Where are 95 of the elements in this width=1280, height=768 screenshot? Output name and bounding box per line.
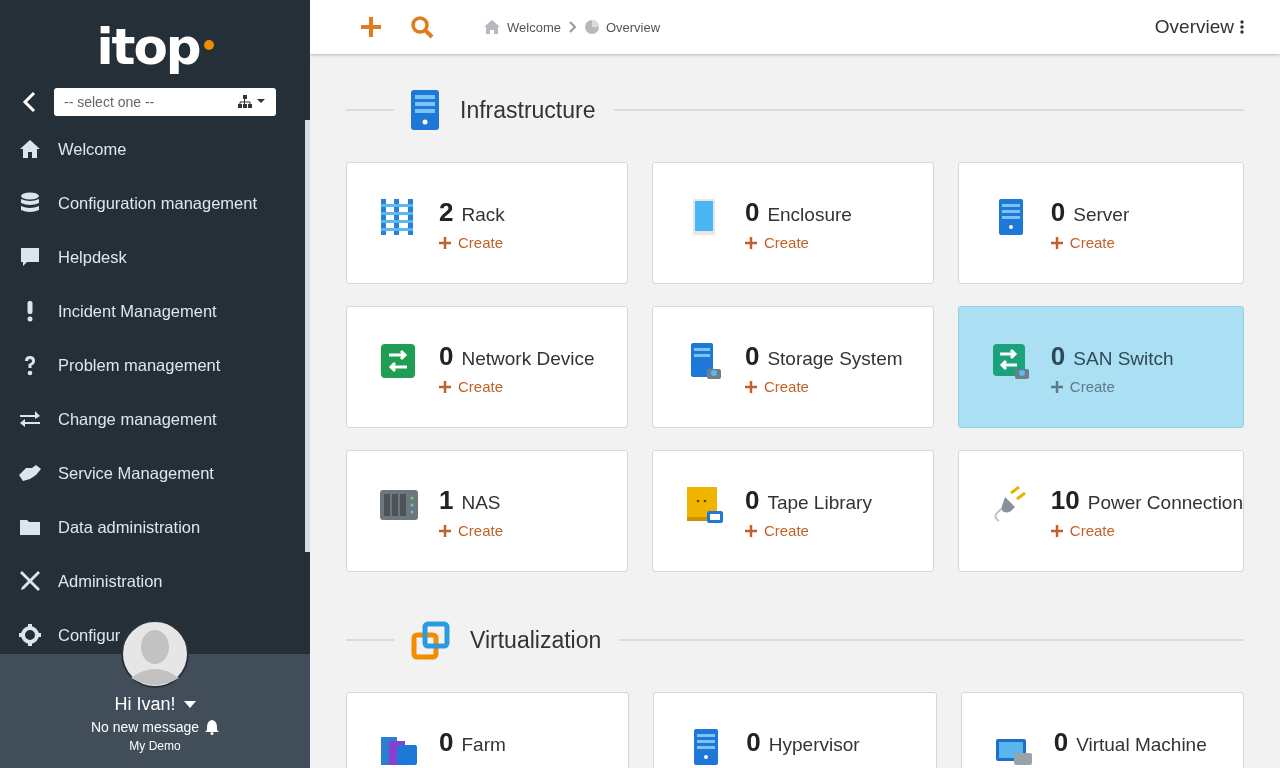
create-link[interactable]: Create xyxy=(1050,234,1130,251)
card-label: Network Device xyxy=(461,348,595,370)
summary-card[interactable]: 0 Storage System Create xyxy=(651,306,934,428)
summary-card[interactable]: 2 Rack Create xyxy=(346,162,628,284)
chevron-icon xyxy=(568,21,577,33)
create-link[interactable]: Create xyxy=(439,522,504,539)
count: 0 xyxy=(746,727,761,758)
add-button[interactable] xyxy=(360,16,382,38)
card-label: Server xyxy=(1073,204,1130,226)
count: 0 xyxy=(1053,727,1069,758)
card-label: NAS xyxy=(461,492,501,514)
menu-item[interactable]: Helpdesk xyxy=(18,237,127,277)
summary-card[interactable]: 1 NAS Create xyxy=(346,450,628,572)
card-label: Hypervisor xyxy=(768,734,860,756)
create-link[interactable]: Create xyxy=(744,522,872,539)
home-icon xyxy=(18,137,42,161)
card-label: Rack xyxy=(461,204,505,226)
plus-icon xyxy=(1050,380,1063,393)
menu-item[interactable]: Problem management xyxy=(18,345,221,385)
summary-card[interactable]: 0 Virtual Machine xyxy=(960,692,1244,768)
menu-item[interactable]: Configur xyxy=(18,615,121,655)
card-label: Storage System xyxy=(767,348,903,370)
chat-icon xyxy=(18,245,42,269)
count: 1 xyxy=(439,485,454,516)
database-icon xyxy=(18,191,42,215)
plus-icon xyxy=(439,380,451,393)
plus-icon xyxy=(744,380,757,393)
card-label: Enclosure xyxy=(767,204,852,226)
create-link[interactable]: Create xyxy=(1050,522,1243,539)
create-link[interactable]: Create xyxy=(744,234,852,251)
overlapping-squares-icon xyxy=(410,620,450,660)
menu-item[interactable]: Service Management xyxy=(18,453,214,493)
summary-card[interactable]: 0 Tape Library Create xyxy=(651,450,934,572)
count: 0 xyxy=(744,485,760,516)
card-label: Farm xyxy=(461,734,506,756)
summary-card[interactable]: 0 Network Device Create xyxy=(346,306,628,428)
plus-icon xyxy=(744,524,757,537)
summary-card[interactable]: 0 Server Create xyxy=(957,162,1244,284)
plus-icon xyxy=(439,236,451,249)
san-switch-icon xyxy=(990,341,1031,381)
count: 2 xyxy=(439,197,454,228)
pie-chart-icon xyxy=(584,20,599,34)
search-button[interactable] xyxy=(410,15,434,39)
summary-card[interactable]: 0 Farm xyxy=(346,692,630,768)
summary-card[interactable]: 10 Power Connection Create xyxy=(957,450,1244,572)
count: 0 xyxy=(1050,341,1066,372)
summary-card[interactable]: 0 Enclosure Create xyxy=(651,162,934,284)
count: 0 xyxy=(744,341,760,372)
count: 0 xyxy=(1050,197,1066,228)
count: 0 xyxy=(439,341,454,372)
plus-icon xyxy=(1050,524,1063,537)
more-icon[interactable] xyxy=(1240,20,1244,34)
card-label: Virtual Machine xyxy=(1076,734,1207,756)
organization-name: My Demo xyxy=(129,739,181,753)
notification-text: No new message xyxy=(90,719,200,735)
count: 10 xyxy=(1050,485,1080,516)
logo-dot xyxy=(203,40,214,50)
menu-item[interactable]: Incident Management xyxy=(18,291,217,331)
avatar[interactable] xyxy=(121,620,189,688)
plus-icon xyxy=(439,524,451,537)
section-title: Virtualization xyxy=(470,626,602,654)
create-link[interactable]: Create xyxy=(744,378,903,395)
count: 0 xyxy=(439,727,454,758)
breadcrumb-link[interactable]: Overview xyxy=(584,19,661,35)
section-title: Infrastructure xyxy=(460,96,596,124)
settings-icon xyxy=(18,623,42,647)
logo: itop xyxy=(96,22,200,72)
tools-icon xyxy=(18,569,42,593)
plus-icon xyxy=(744,236,757,249)
bell-icon[interactable] xyxy=(205,719,220,735)
caret-icon xyxy=(183,700,196,709)
menu-item[interactable]: Administration xyxy=(18,561,163,601)
menu-item[interactable]: Change management xyxy=(18,399,217,439)
menu-item[interactable]: Welcome xyxy=(18,129,127,169)
exclamation-icon xyxy=(27,300,33,322)
summary-card[interactable]: 0 SAN Switch Create xyxy=(957,306,1244,428)
card-label: Tape Library xyxy=(767,492,872,514)
create-link[interactable]: Create xyxy=(439,378,595,395)
menu-item[interactable]: Configuration management xyxy=(18,183,258,223)
hierarchy-icon xyxy=(238,95,266,109)
user-menu[interactable]: Hi Ivan! xyxy=(114,694,196,715)
menu-item[interactable]: Data administration xyxy=(18,507,201,547)
server-icon xyxy=(410,89,440,131)
create-link[interactable]: Create xyxy=(439,234,505,251)
breadcrumb-link[interactable]: Welcome xyxy=(484,19,561,35)
page-title: Overview xyxy=(1154,16,1234,38)
tape-library-icon xyxy=(684,485,725,525)
summary-card[interactable]: 0 Hypervisor xyxy=(653,692,937,768)
organization-select[interactable]: -- select one -- xyxy=(54,88,276,116)
home-icon xyxy=(484,20,500,34)
card-label: Power Connection xyxy=(1087,492,1243,514)
count: 0 xyxy=(744,197,760,228)
plus-icon xyxy=(1050,236,1063,249)
card-label: SAN Switch xyxy=(1073,348,1174,370)
scrollbar[interactable] xyxy=(305,120,310,552)
